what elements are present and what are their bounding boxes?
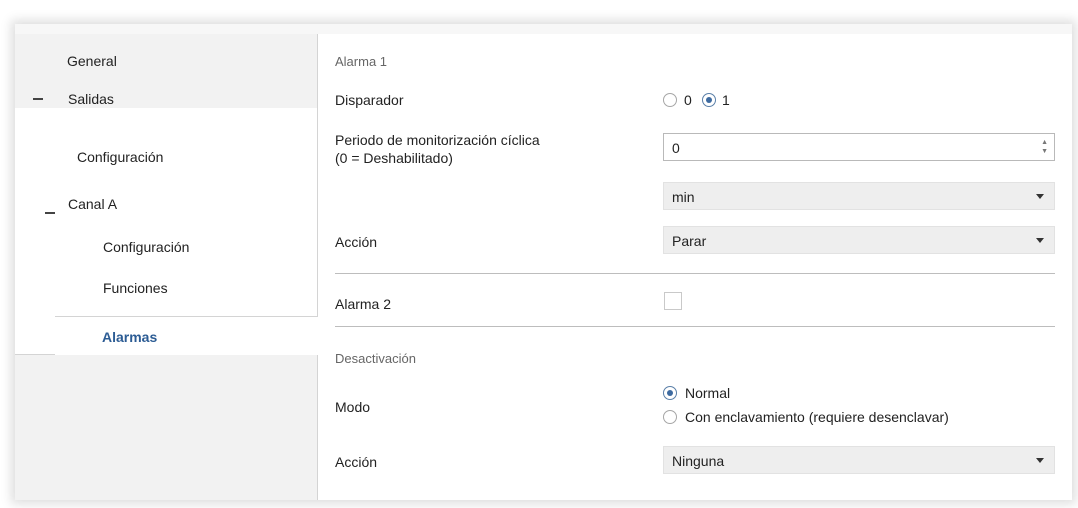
sidebar-item-salidas[interactable]: Salidas [15,74,317,109]
accion2-select-value: Ninguna [672,453,725,469]
alarma2-checkbox[interactable] [664,292,682,310]
disparador-radio-1[interactable] [702,93,716,107]
sidebar-item-label: Salidas [68,91,114,107]
modo-radio-enclavamiento[interactable] [663,410,677,424]
accion-select[interactable]: Parar [663,226,1055,254]
sidebar-item-label: General [67,53,117,69]
periodo-input[interactable]: 0 ▲ ▼ [663,133,1055,161]
section-header-alarma1: Alarma 1 [335,54,388,69]
chevron-down-icon [1036,194,1044,199]
chevron-down-icon [1036,238,1044,243]
sidebar-item-canal-a[interactable]: Canal A [68,196,117,212]
sidebar-item-general[interactable]: General [15,34,317,75]
sidebar-item-funciones[interactable]: Funciones [103,280,168,296]
periodo-label-hint: (0 = Deshabilitado) [335,150,453,166]
modo-label: Modo [335,399,371,415]
unit-select-value: min [672,189,695,205]
accion-select-value: Parar [672,233,707,249]
sidebar-item-label: Alarmas [102,329,158,345]
modo-option-normal: Normal [685,385,731,401]
accion2-select[interactable]: Ninguna [663,446,1055,474]
sidebar-item-canal-configuracion[interactable]: Configuración [103,239,189,255]
modo-option-enclavamiento: Con enclavamiento (requiere desenclavar) [685,409,949,425]
accion2-label: Acción [335,454,378,470]
periodo-value: 0 [672,140,680,156]
disparador-option-1: 1 [722,92,730,108]
chevron-down-icon [1036,458,1044,463]
parameters-window: General Salidas Configuración Canal A Co… [15,24,1072,500]
section-header-desactivacion: Desactivación [335,351,416,366]
sidebar-item-configuracion[interactable]: Configuración [77,149,163,165]
modo-radio-normal[interactable] [663,386,677,400]
sidebar-item-alarmas[interactable]: Alarmas [55,316,318,355]
sidebar: General Salidas Configuración Canal A Co… [15,34,318,500]
main-panel: Alarma 1 Disparador 0 1 Periodo de monit… [318,34,1072,500]
alarma2-label: Alarma 2 [335,296,392,312]
spinner-arrows-icon[interactable]: ▲ ▼ [1041,138,1048,156]
unit-select[interactable]: min [663,182,1055,210]
collapse-icon[interactable] [45,205,67,221]
divider [335,273,1055,274]
periodo-label: Periodo de monitorización cíclica [335,132,540,148]
divider [335,326,1055,327]
accion-label: Acción [335,234,378,250]
disparador-radio-0[interactable] [663,93,677,107]
disparador-label: Disparador [335,92,404,108]
collapse-icon [33,91,55,107]
disparador-option-0: 0 [684,92,692,108]
